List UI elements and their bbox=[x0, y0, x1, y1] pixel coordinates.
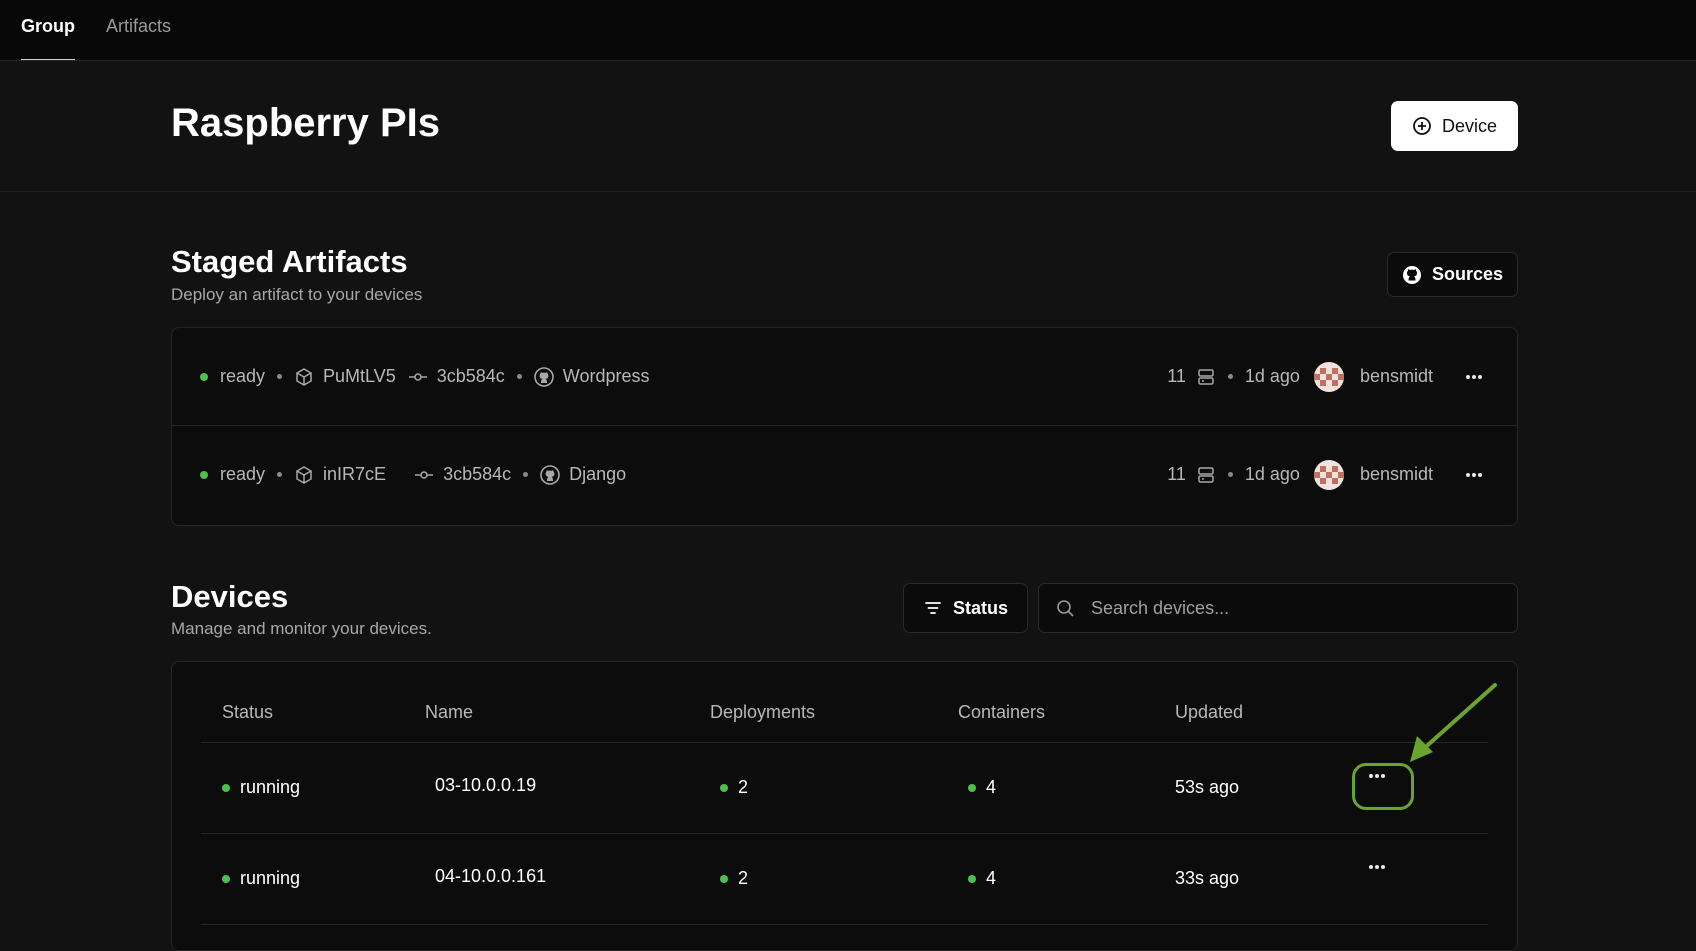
more-options-icon[interactable] bbox=[1459, 374, 1489, 380]
artifact-age: 1d ago bbox=[1244, 366, 1300, 386]
sources-label: Sources bbox=[1431, 264, 1504, 284]
artifact-device-count: 11 bbox=[1167, 366, 1186, 386]
artifact-id[interactable]: inIR7cE bbox=[323, 464, 386, 485]
commit-icon bbox=[408, 367, 428, 387]
devices-title: Devices bbox=[171, 579, 289, 614]
divider bbox=[201, 833, 1488, 834]
device-search[interactable] bbox=[1038, 583, 1518, 633]
artifact-status: ready bbox=[220, 366, 266, 386]
artifact-age: 1d ago bbox=[1244, 464, 1300, 484]
page-title: Raspberry PIs bbox=[171, 101, 441, 145]
commit-hash[interactable]: 3cb584c bbox=[443, 464, 511, 485]
devices-table: Status Name Deployments Containers Updat… bbox=[171, 661, 1518, 951]
row-actions-button[interactable] bbox=[1368, 864, 1386, 870]
status-filter-label: Status bbox=[952, 597, 1008, 618]
device-name[interactable]: 03-10.0.0.19 bbox=[435, 775, 536, 796]
page-header: Raspberry PIs Device bbox=[0, 61, 1696, 192]
artifact-user: bensmidt bbox=[1359, 464, 1433, 484]
top-nav: Group Artifacts bbox=[0, 0, 1696, 61]
package-icon bbox=[294, 465, 314, 485]
status-dot bbox=[968, 783, 976, 792]
artifact-source[interactable]: Django bbox=[569, 464, 626, 485]
status-filter-button[interactable]: Status bbox=[903, 583, 1028, 633]
server-icon bbox=[1196, 367, 1216, 387]
artifact-id[interactable]: PuMtLV5 bbox=[323, 366, 396, 387]
device-updated: 33s ago bbox=[1175, 868, 1240, 888]
search-input[interactable] bbox=[1089, 596, 1493, 620]
more-options-icon[interactable] bbox=[1459, 472, 1489, 478]
device-status-label: running bbox=[240, 777, 301, 797]
annotation-highlight-ring bbox=[1352, 763, 1414, 810]
staged-artifacts-list: ready PuMtLV5 3cb584c Wordpress 11 1d ag… bbox=[171, 327, 1518, 526]
sources-button[interactable]: Sources bbox=[1387, 252, 1518, 297]
staged-artifacts-title: Staged Artifacts bbox=[171, 244, 408, 279]
artifact-source[interactable]: Wordpress bbox=[563, 366, 650, 387]
artifact-status: ready bbox=[220, 464, 266, 484]
device-deployments: 2 bbox=[720, 777, 748, 798]
status-dot bbox=[720, 783, 728, 792]
column-header-deployments[interactable]: Deployments bbox=[710, 702, 815, 723]
divider bbox=[201, 742, 1488, 743]
status-dot bbox=[222, 783, 230, 792]
status-dot bbox=[222, 874, 230, 883]
github-icon bbox=[1402, 265, 1422, 285]
status-dot bbox=[200, 372, 208, 381]
device-deployments-count: 2 bbox=[738, 777, 749, 797]
search-icon bbox=[1055, 598, 1075, 618]
device-containers-count: 4 bbox=[986, 777, 997, 797]
device-deployments: 2 bbox=[720, 868, 748, 889]
divider bbox=[201, 924, 1488, 925]
filter-icon bbox=[923, 598, 943, 618]
tab-group[interactable]: Group bbox=[21, 0, 75, 60]
separator-dot bbox=[1227, 374, 1233, 379]
status-dot bbox=[968, 874, 976, 883]
separator-dot bbox=[516, 374, 522, 379]
artifact-meta: 11 1d ago bensmidt bbox=[1167, 361, 1489, 392]
column-header-containers[interactable]: Containers bbox=[958, 702, 1045, 723]
tab-artifacts[interactable]: Artifacts bbox=[106, 0, 171, 60]
artifact-row: ready PuMtLV5 3cb584c Wordpress 11 1d ag… bbox=[172, 328, 1517, 425]
device-containers: 4 bbox=[968, 868, 996, 889]
device-status: running bbox=[222, 868, 300, 889]
plus-circle-icon bbox=[1412, 116, 1432, 136]
commit-icon bbox=[414, 465, 434, 485]
add-device-label: Device bbox=[1441, 115, 1498, 136]
staged-artifacts-subtitle: Deploy an artifact to your devices bbox=[171, 285, 423, 304]
artifact-user: bensmidt bbox=[1359, 366, 1433, 386]
column-header-name[interactable]: Name bbox=[425, 702, 473, 723]
add-device-button[interactable]: Device bbox=[1391, 101, 1518, 151]
separator-dot bbox=[523, 472, 529, 477]
separator-dot bbox=[277, 374, 283, 379]
artifact-meta: 11 1d ago bensmidt bbox=[1167, 459, 1489, 490]
devices-subtitle: Manage and monitor your devices. bbox=[171, 619, 432, 638]
avatar bbox=[1313, 361, 1344, 392]
server-icon bbox=[1196, 465, 1216, 485]
device-updated: 53s ago bbox=[1175, 777, 1240, 797]
more-options-icon[interactable] bbox=[1368, 864, 1386, 870]
device-status-label: running bbox=[240, 868, 301, 888]
device-status: running bbox=[222, 777, 300, 798]
device-deployments-count: 2 bbox=[738, 868, 749, 888]
status-dot bbox=[200, 470, 208, 479]
commit-hash[interactable]: 3cb584c bbox=[437, 366, 505, 387]
artifact-row: ready inIR7cE 3cb584c Django 11 1d ago b… bbox=[172, 425, 1517, 523]
column-header-status[interactable]: Status bbox=[222, 702, 273, 723]
device-name[interactable]: 04-10.0.0.161 bbox=[435, 866, 546, 887]
separator-dot bbox=[1227, 472, 1233, 477]
github-icon bbox=[533, 366, 554, 387]
status-dot bbox=[720, 874, 728, 883]
avatar bbox=[1313, 459, 1344, 490]
github-icon bbox=[540, 464, 560, 485]
column-header-updated[interactable]: Updated bbox=[1175, 702, 1243, 723]
package-icon bbox=[294, 367, 314, 387]
artifact-device-count: 11 bbox=[1167, 464, 1186, 484]
device-containers: 4 bbox=[968, 777, 996, 798]
separator-dot bbox=[277, 472, 283, 477]
device-containers-count: 4 bbox=[986, 868, 997, 888]
